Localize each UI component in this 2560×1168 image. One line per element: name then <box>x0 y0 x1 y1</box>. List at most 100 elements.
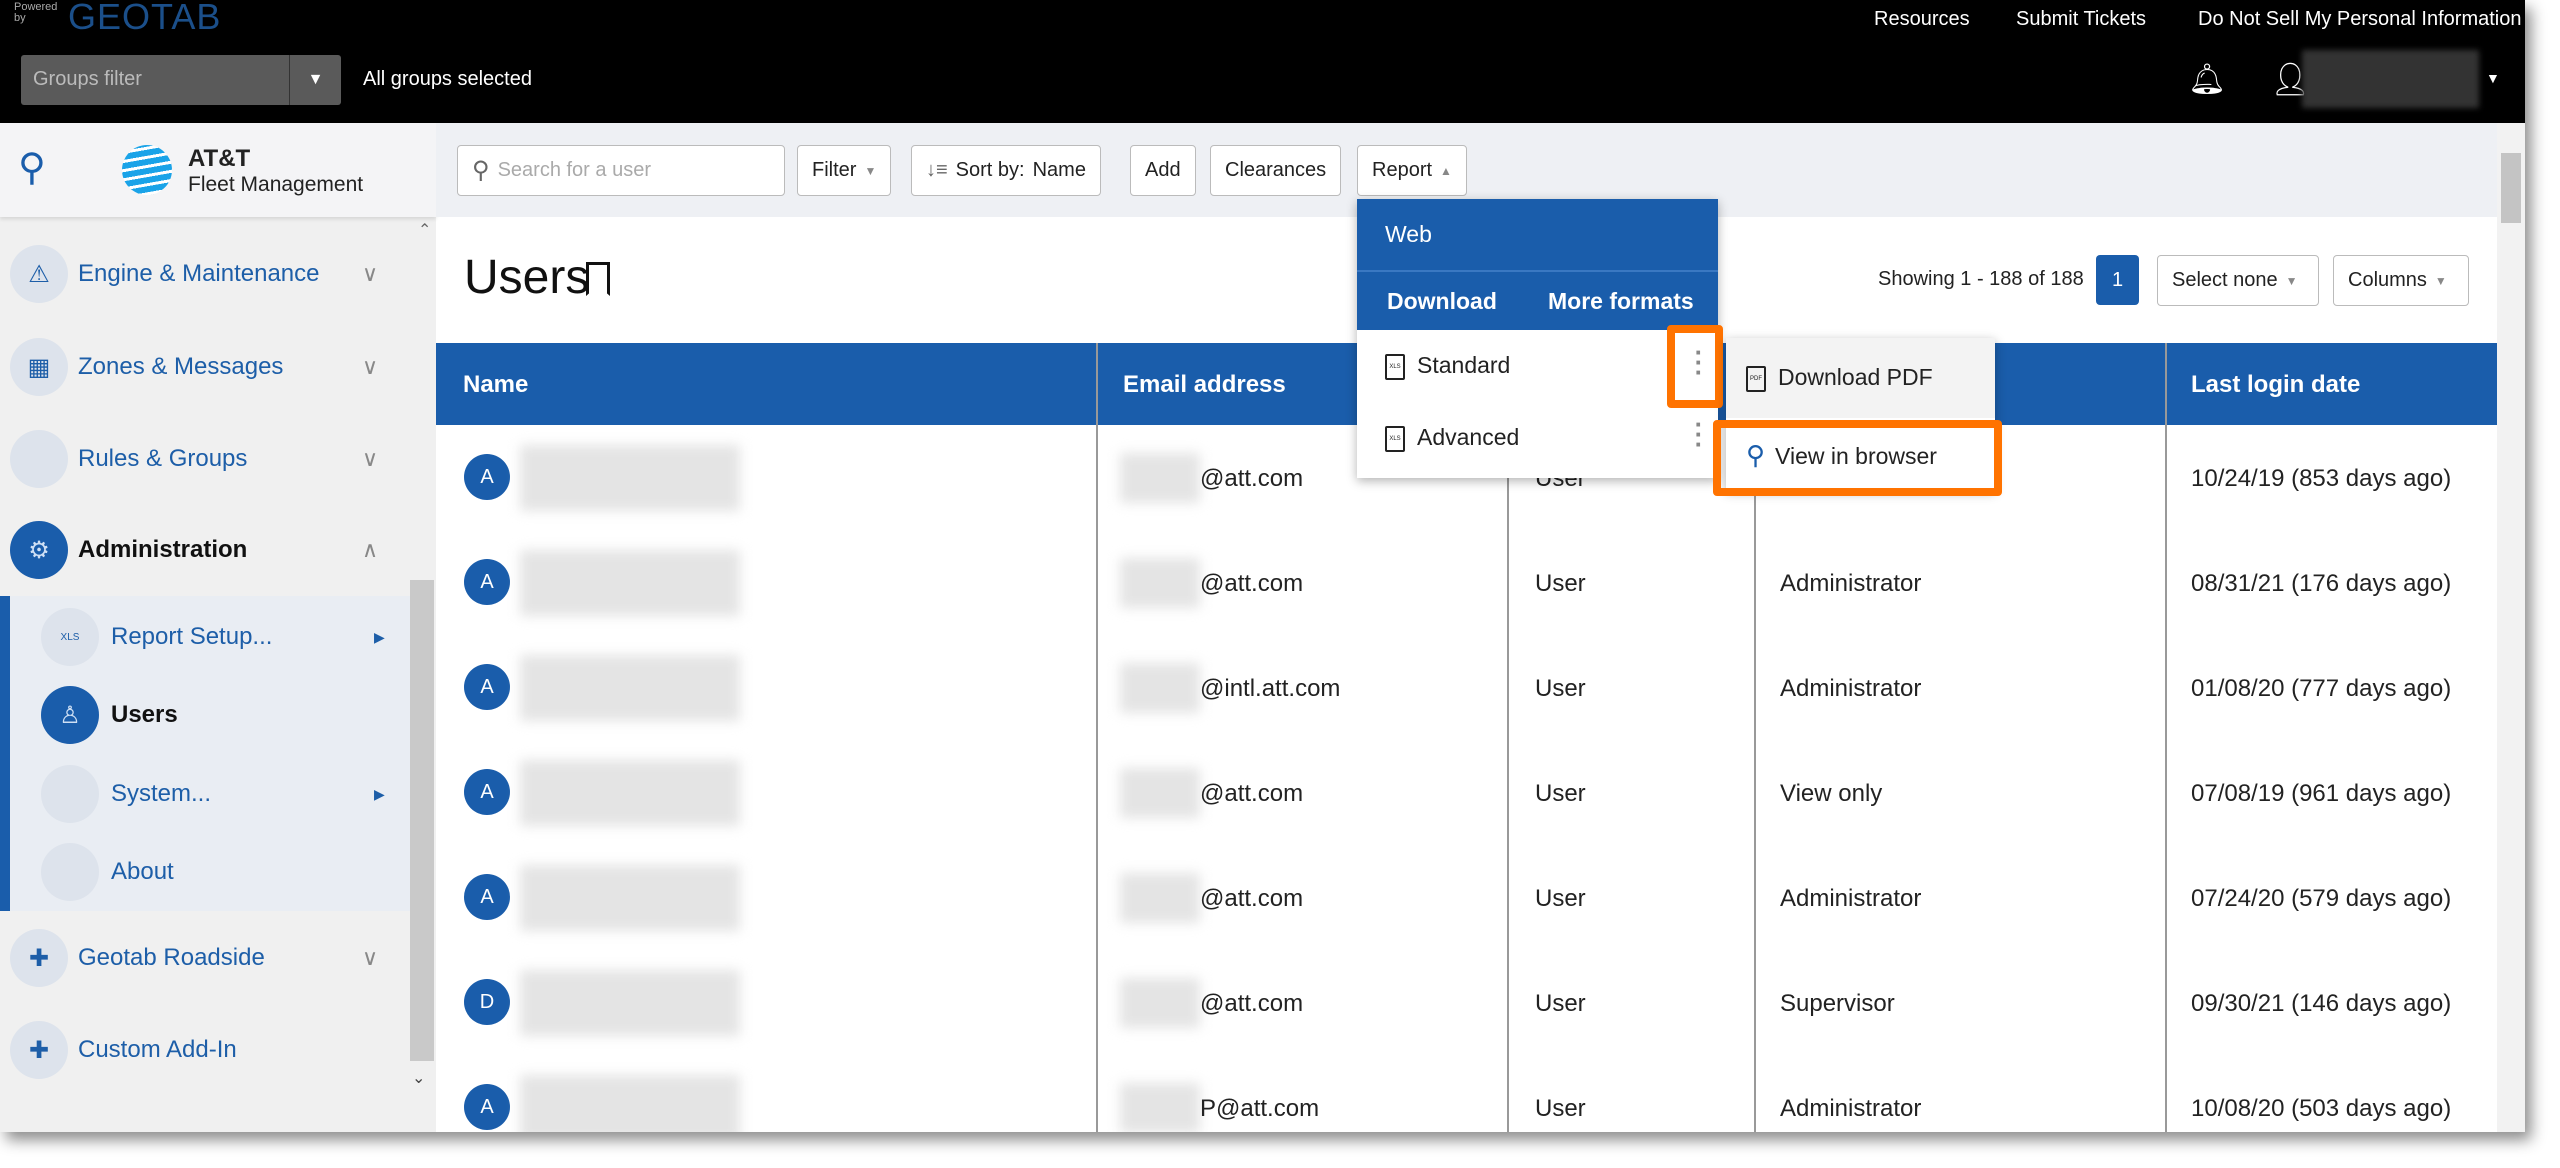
name-blurred[interactable] <box>520 550 740 616</box>
avatar: A <box>464 454 510 500</box>
caret-down-icon: ▼ <box>864 163 877 178</box>
sidebar-item-report-setup[interactable]: XLS Report Setup... ▶ <box>0 597 410 677</box>
scroll-down-icon[interactable]: ⌄ <box>412 1068 425 1088</box>
table-row[interactable]: A @att.com User Administrator 07/24/20 (… <box>436 845 2497 950</box>
table-row[interactable]: A @att.com User Administrator 08/31/21 (… <box>436 530 2497 635</box>
link-submit-tickets[interactable]: Submit Tickets <box>2016 8 2146 31</box>
more-formats-label[interactable]: More formats <box>1548 288 1694 315</box>
sidebar-item-about[interactable]: About <box>0 832 410 912</box>
bell-icon[interactable]: 🔔︎ <box>2188 62 2226 97</box>
columns-button[interactable]: Columns ▼ <box>2333 255 2469 306</box>
sidebar-item-zones-messages[interactable]: ▦ Zones & Messages ∨ <box>0 327 410 407</box>
bookmark-icon[interactable] <box>586 262 610 296</box>
search-icon[interactable]: ⚲ <box>18 145 46 190</box>
puzzle-icon: ✚ <box>10 1021 68 1079</box>
name-blurred[interactable] <box>520 1075 740 1132</box>
sidebar-item-users[interactable]: ♙ Users <box>0 675 410 755</box>
groups-filter[interactable]: Groups filter ▼ <box>21 55 341 105</box>
avatar: A <box>464 874 510 920</box>
user-name-blurred[interactable] <box>2302 50 2479 108</box>
header-name[interactable]: Name <box>463 371 528 399</box>
select-none-button[interactable]: Select none ▼ <box>2157 255 2319 306</box>
last-login-cell: 10/08/20 (503 days ago) <box>2191 1095 2452 1122</box>
label: Geotab Roadside <box>78 944 265 971</box>
clearance-cell: Administrator <box>1780 1095 1922 1122</box>
sort-value: Name <box>1032 159 1086 181</box>
name-blurred[interactable] <box>520 970 740 1036</box>
sidebar-item-system[interactable]: System... ▶ <box>0 754 410 834</box>
user-type-cell: User <box>1535 1095 1586 1122</box>
name-blurred[interactable] <box>520 445 740 511</box>
user-type-cell: User <box>1535 570 1586 597</box>
add-label: Add <box>1145 159 1181 181</box>
avatar: A <box>464 559 510 605</box>
scrollbar-thumb[interactable] <box>2501 153 2521 223</box>
email-cell: @att.com <box>1200 780 1304 807</box>
app-window: Powered by GEOTAB Groups filter ▼ All gro… <box>0 0 2525 1132</box>
table-row[interactable]: A @intl.att.com User Administrator 01/08… <box>436 635 2497 740</box>
last-login-cell: 07/24/20 (579 days ago) <box>2191 885 2452 912</box>
top-bar: Powered by GEOTAB Groups filter ▼ All gro… <box>0 0 2525 123</box>
arrow-right-icon: ▶ <box>374 628 385 645</box>
email-cell: @att.com <box>1200 990 1304 1017</box>
label: Zones & Messages <box>78 353 284 380</box>
header-email[interactable]: Email address <box>1123 371 1286 399</box>
caret-down-icon: ▼ <box>2285 273 2298 288</box>
user-menu-arrow-icon[interactable]: ▼ <box>2486 70 2500 86</box>
page-title: Users <box>464 251 590 304</box>
main-scrollbar[interactable] <box>2497 123 2525 1132</box>
zones-icon: ▦ <box>10 338 68 396</box>
name-blurred[interactable] <box>520 760 740 826</box>
table-row[interactable]: D @att.com User Supervisor 09/30/21 (146… <box>436 950 2497 1055</box>
clearances-button[interactable]: Clearances <box>1210 145 1342 196</box>
add-button[interactable]: Add <box>1130 145 1196 196</box>
email-prefix-blurred <box>1120 768 1200 818</box>
groups-status: All groups selected <box>363 68 532 90</box>
link-do-not-sell[interactable]: Do Not Sell My Personal Information <box>2198 8 2521 31</box>
name-blurred[interactable] <box>520 655 740 721</box>
xls-file-icon: XLS <box>1385 425 1405 452</box>
sidebar-item-geotab-roadside[interactable]: ✚ Geotab Roadside ∨ <box>0 918 410 998</box>
page-1-button[interactable]: 1 <box>2096 255 2139 305</box>
label: About <box>111 858 174 885</box>
menu-item-web[interactable]: Web <box>1357 199 1718 270</box>
sidebar-header: ⚲ AT&T Fleet Management <box>0 123 436 217</box>
table-row[interactable]: A @att.com User View only 07/08/19 (961 … <box>436 740 2497 845</box>
label: System... <box>111 780 212 807</box>
filter-button[interactable]: Filter ▼ <box>797 145 892 196</box>
logo-line1: AT&T <box>188 145 251 172</box>
sidebar-item-administration[interactable]: ⚙ Administration ∧ <box>0 510 410 590</box>
chevron-down-icon: ∨ <box>362 446 379 471</box>
header-last-login[interactable]: Last login date <box>2191 371 2360 399</box>
download-row: Download More formats <box>1357 270 1718 330</box>
advanced-more-options-icon[interactable]: · · · <box>1694 411 1704 457</box>
clearances-label: Clearances <box>1225 159 1327 181</box>
scroll-up-icon[interactable]: ⌃ <box>418 220 431 240</box>
sort-button[interactable]: ↓≡ Sort by: Name <box>911 145 1101 196</box>
table-row[interactable]: A P@att.com User Administrator 10/08/20 … <box>436 1055 2497 1132</box>
avatar: A <box>464 769 510 815</box>
sidebar-item-custom-add-in[interactable]: ✚ Custom Add-In <box>0 1010 410 1090</box>
dropdown-arrow-icon[interactable]: ▼ <box>289 55 341 105</box>
name-blurred[interactable] <box>520 865 740 931</box>
sidebar-item-engine-maintenance[interactable]: ⚠ Engine & Maintenance ∨ <box>0 234 410 314</box>
geotab-logo: GEOTAB <box>68 0 222 37</box>
sidebar-item-rules-groups[interactable]: Rules & Groups ∨ <box>0 419 410 499</box>
sidebar-scrollbar[interactable] <box>410 580 434 1061</box>
avatar: A <box>464 664 510 710</box>
last-login-cell: 07/08/19 (961 days ago) <box>2191 780 2452 807</box>
link-resources[interactable]: Resources <box>1874 8 1970 31</box>
chevron-up-icon: ∧ <box>362 537 379 562</box>
email-cell: @att.com <box>1200 465 1304 492</box>
clearance-cell: View only <box>1780 780 1883 807</box>
report-button[interactable]: Report ▲ <box>1357 145 1467 196</box>
email-prefix-blurred <box>1120 663 1200 713</box>
search-input[interactable]: ⚲ Search for a user <box>457 145 785 196</box>
last-login-cell: 09/30/21 (146 days ago) <box>2191 990 2452 1017</box>
menu-item-advanced[interactable]: XLS Advanced <box>1357 402 1718 474</box>
last-login-cell: 08/31/21 (176 days ago) <box>2191 570 2452 597</box>
menu-item-download-pdf[interactable]: PDF Download PDF <box>1726 338 1995 418</box>
menu-item-standard[interactable]: XLS Standard <box>1357 330 1718 402</box>
download-label[interactable]: Download <box>1387 288 1497 315</box>
clearance-cell: Supervisor <box>1780 990 1895 1017</box>
